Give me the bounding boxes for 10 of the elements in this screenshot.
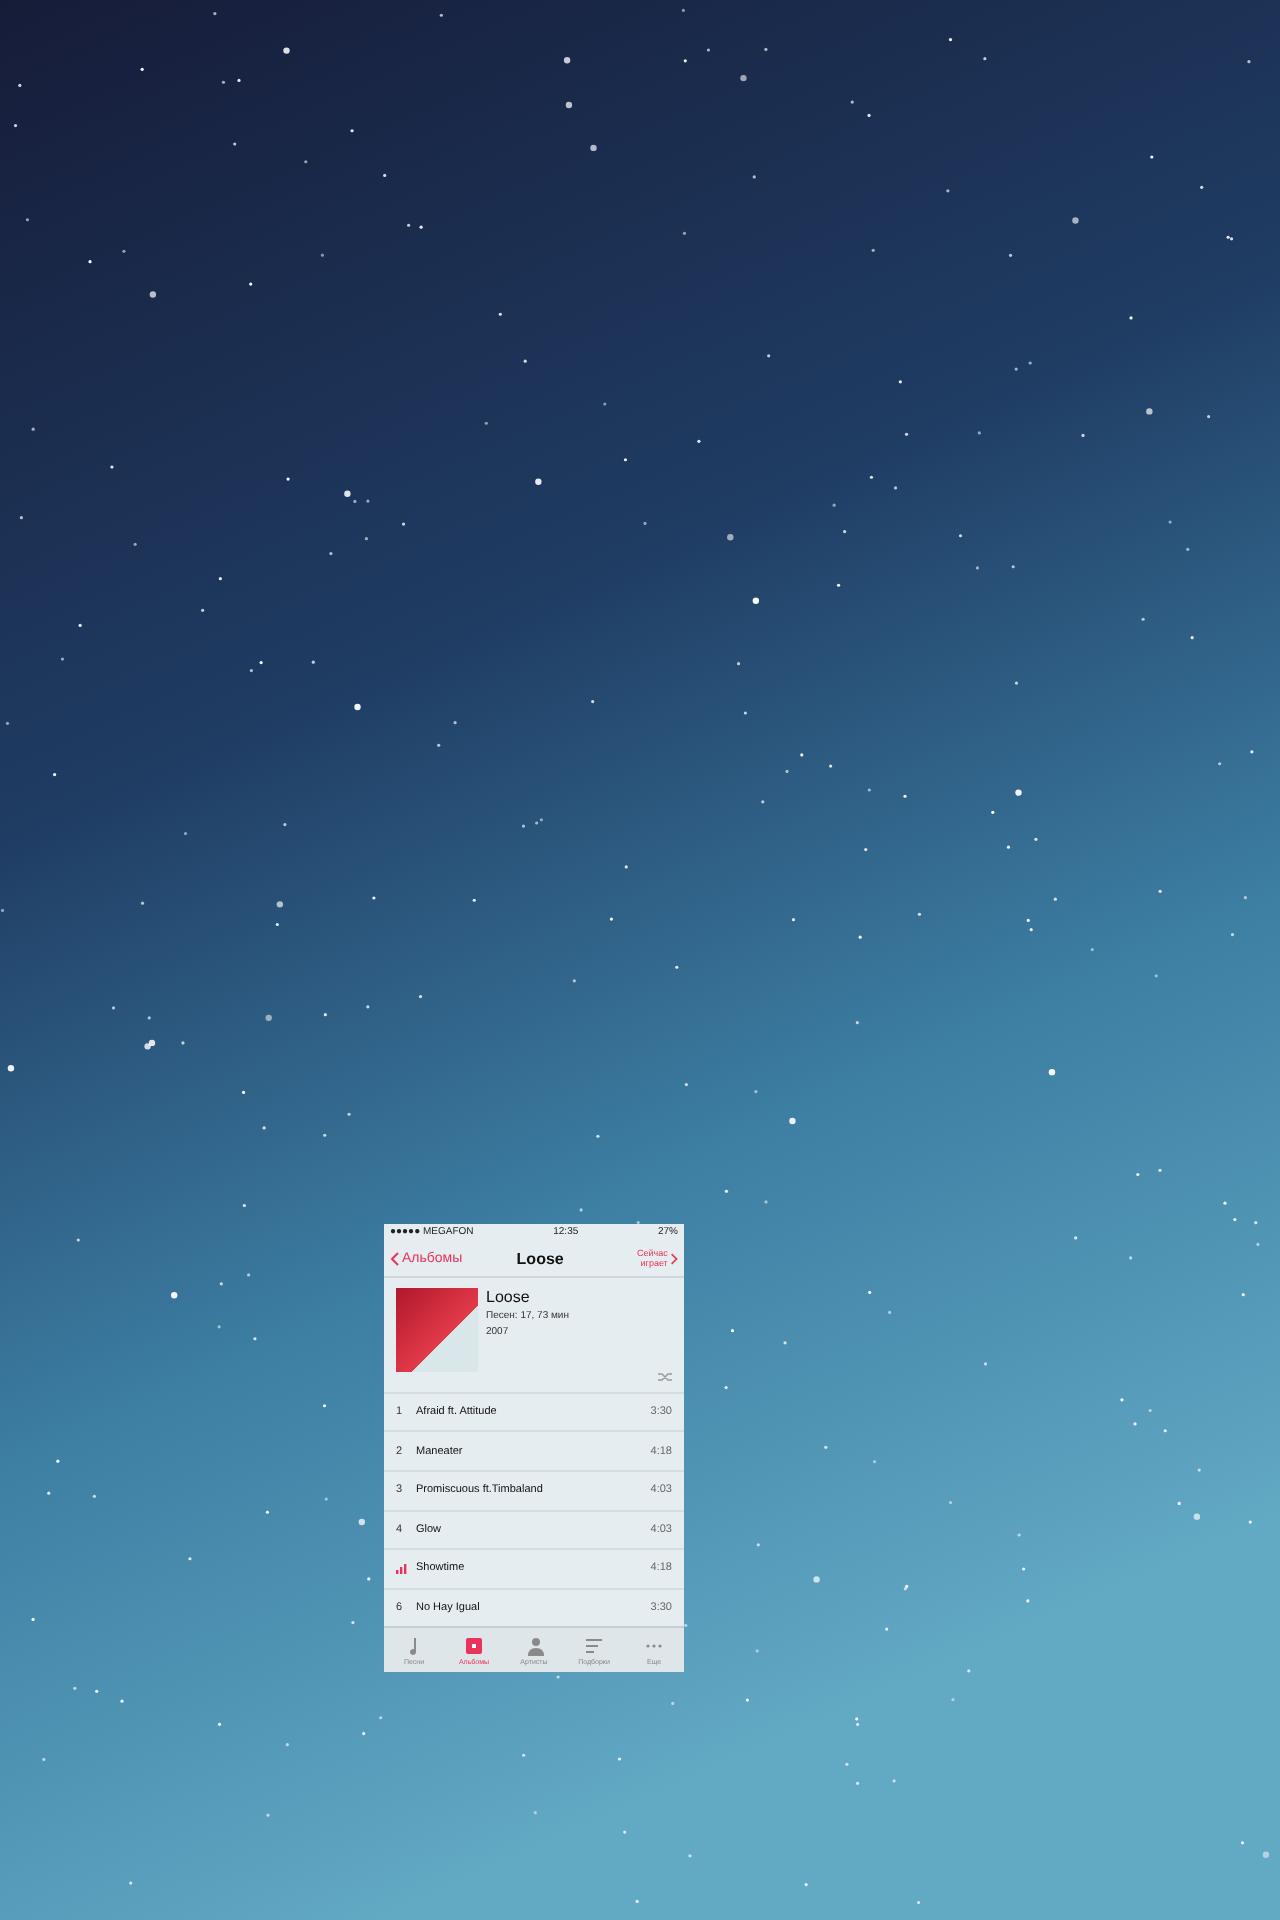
list-icon — [584, 1635, 604, 1656]
equalizer-icon — [396, 1563, 408, 1574]
chevron-left-icon — [390, 1252, 400, 1267]
person-icon — [524, 1635, 544, 1656]
album-title: Loose — [486, 1288, 532, 1307]
album-cover-placeholder — [396, 1288, 478, 1373]
shuffle-icon[interactable] — [658, 1371, 672, 1382]
album-icon — [464, 1635, 484, 1656]
chevron-right-icon — [669, 1252, 678, 1267]
nav-title: Loose — [514, 1250, 566, 1269]
